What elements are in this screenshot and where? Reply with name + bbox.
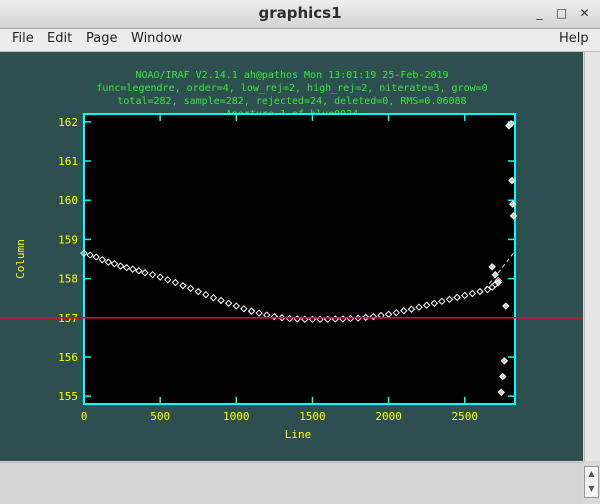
y-tick-label: 155 bbox=[58, 390, 78, 403]
x-tick-label: 1500 bbox=[299, 410, 326, 423]
y-tick-label: 159 bbox=[58, 233, 78, 246]
y-tick-label: 161 bbox=[58, 155, 78, 168]
x-tick-label: 2500 bbox=[451, 410, 478, 423]
menu-edit[interactable]: Edit bbox=[47, 31, 72, 46]
plot-frame bbox=[83, 113, 516, 405]
y-tick-label: 156 bbox=[58, 351, 78, 364]
window-title: graphics1 bbox=[258, 4, 342, 22]
menu-help[interactable]: Help bbox=[559, 31, 589, 46]
header-line-3: total=282, sample=282, rejected=24, dele… bbox=[117, 96, 466, 107]
x-tick-label: 2000 bbox=[375, 410, 402, 423]
x-tick-label: 1000 bbox=[223, 410, 250, 423]
menu-bar: File Edit Page Window Help bbox=[0, 29, 600, 52]
status-bar bbox=[0, 462, 583, 504]
scroll-up-icon[interactable]: ▲ bbox=[585, 467, 598, 481]
close-button[interactable]: ✕ bbox=[576, 5, 593, 22]
minimize-button[interactable]: _ bbox=[531, 5, 548, 22]
header-line-1: NOAO/IRAF V2.14.1 ah@pathos Mon 13:01:19… bbox=[135, 70, 448, 81]
x-tick-label: 500 bbox=[150, 410, 170, 423]
scroll-down-icon[interactable]: ▼ bbox=[585, 482, 598, 496]
y-axis-label: Column bbox=[14, 239, 27, 279]
y-tick-label: 160 bbox=[58, 194, 78, 207]
y-tick-label: 162 bbox=[58, 116, 78, 129]
vertical-scrollbar[interactable] bbox=[584, 52, 600, 461]
menu-file[interactable]: File bbox=[12, 31, 34, 46]
menu-page[interactable]: Page bbox=[86, 31, 117, 46]
title-bar: graphics1 _ □ ✕ bbox=[0, 0, 600, 29]
graphics-canvas[interactable]: NOAO/IRAF V2.14.1 ah@pathos Mon 13:01:19… bbox=[0, 52, 583, 461]
plot-svg: NOAO/IRAF V2.14.1 ah@pathos Mon 13:01:19… bbox=[0, 70, 583, 441]
x-tick-label: 0 bbox=[81, 410, 88, 423]
header-line-2: func=legendre, order=4, low_rej=2, high_… bbox=[96, 83, 487, 94]
maximize-button[interactable]: □ bbox=[553, 5, 570, 22]
y-tick-label: 158 bbox=[58, 273, 78, 286]
x-axis-label: Line bbox=[285, 428, 312, 441]
scroll-stepper[interactable]: ▲ ▼ bbox=[584, 466, 599, 498]
menu-window[interactable]: Window bbox=[131, 31, 182, 46]
